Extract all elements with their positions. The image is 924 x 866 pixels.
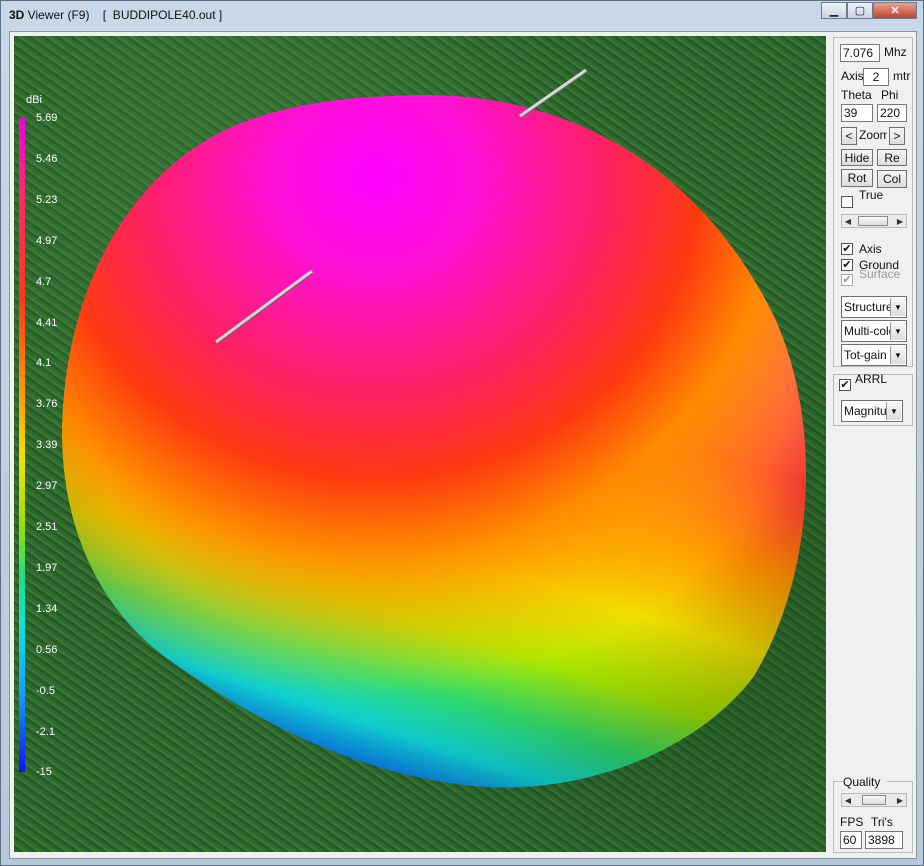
- phi-field[interactable]: 220: [877, 104, 907, 122]
- zoom-out-button[interactable]: <: [841, 127, 857, 145]
- axis-checkbox[interactable]: ✔: [841, 243, 853, 255]
- magnitude-select[interactable]: Magnitude ▼: [841, 400, 903, 422]
- chevron-down-icon: ▼: [890, 322, 905, 340]
- tris-label: Tri's: [871, 815, 893, 829]
- viewer-window: 3D Viewer (F9) [ BUDDIPOLE40.out ] ▁ ▢ ✕: [0, 0, 924, 866]
- rotate-button[interactable]: Rot: [841, 169, 873, 187]
- slider-left-arrow[interactable]: ◀: [842, 215, 854, 227]
- color-button[interactable]: Col: [877, 170, 907, 188]
- quality-label: Quality: [843, 775, 887, 789]
- window-controls: ▁ ▢ ✕: [821, 2, 917, 19]
- color-mode-select[interactable]: Multi-color ▼: [841, 320, 907, 342]
- hide-button[interactable]: Hide: [841, 149, 873, 166]
- slider-thumb[interactable]: [858, 216, 888, 226]
- tris-value: 3898: [865, 831, 903, 849]
- legend-unit: dBi: [26, 94, 42, 106]
- phi-label: Phi: [881, 88, 899, 102]
- legend-tick-label: 5.46: [36, 152, 58, 165]
- legend-tick-label: 5.23: [36, 193, 58, 206]
- antenna-element-right: [519, 68, 587, 118]
- minimize-button[interactable]: ▁: [821, 2, 847, 19]
- legend-tick-label: 4.1: [36, 357, 52, 370]
- structure-select[interactable]: Structure ▼: [841, 296, 907, 318]
- chevron-down-icon: ▼: [890, 298, 905, 316]
- legend-tick-label: 4.97: [36, 234, 58, 247]
- legend-tick-label: 1.34: [36, 602, 58, 615]
- legend-tick-label: 3.76: [36, 398, 58, 411]
- theta-label: Theta: [841, 88, 872, 102]
- quality-slider[interactable]: ◀ ▶: [841, 793, 907, 807]
- legend-tick-label: -2.1: [36, 725, 55, 738]
- legend-tick-label: -15: [36, 766, 52, 779]
- surface-checkbox: ✔: [841, 274, 853, 286]
- theta-field[interactable]: 39: [841, 104, 873, 122]
- legend-tick-label: 4.7: [36, 275, 52, 288]
- 3d-viewport[interactable]: [14, 36, 826, 852]
- chevron-down-icon: ▼: [886, 402, 901, 420]
- setting-slider[interactable]: ◀ ▶: [841, 214, 907, 228]
- fps-label: FPS: [840, 815, 864, 829]
- zoom-label: Zoom: [859, 128, 887, 142]
- true-checkbox[interactable]: [841, 196, 853, 208]
- radiation-pattern-3d: [62, 68, 807, 788]
- legend-tick-label: 2.97: [36, 480, 58, 493]
- arrl-label: ARRL: [855, 372, 888, 386]
- reset-button[interactable]: Re: [877, 149, 907, 166]
- arrl-checkbox[interactable]: ✔: [839, 379, 851, 391]
- zoom-in-button[interactable]: >: [889, 127, 905, 145]
- true-label: True: [859, 188, 884, 202]
- ground-checkbox[interactable]: ✔: [841, 259, 853, 271]
- fps-value: 60: [840, 831, 862, 849]
- legend-tick-label: -0.5: [36, 684, 55, 697]
- legend-tick-label: 0.56: [36, 643, 58, 656]
- axis-checkbox-label: Axis: [859, 242, 882, 256]
- window-title: 3D Viewer (F9) [ BUDDIPOLE40.out ]: [9, 8, 223, 22]
- frequency-field[interactable]: 7.076: [840, 44, 880, 62]
- axis-length-field[interactable]: 2: [863, 68, 889, 86]
- maximize-button[interactable]: ▢: [847, 2, 873, 19]
- surface-checkbox-label: Surface: [859, 267, 901, 281]
- title-bar[interactable]: 3D Viewer (F9) [ BUDDIPOLE40.out ] ▁ ▢ ✕: [1, 1, 923, 31]
- slider-right-arrow[interactable]: ▶: [894, 215, 906, 227]
- legend-tick-label: 4.41: [36, 316, 58, 329]
- close-button[interactable]: ✕: [873, 2, 917, 19]
- gain-type-select[interactable]: Tot-gain ▼: [841, 344, 907, 366]
- quality-left-arrow[interactable]: ◀: [842, 794, 854, 806]
- legend-tick-label: 1.97: [36, 561, 58, 574]
- axis-label: Axis: [841, 69, 863, 83]
- legend-tick-label: 3.39: [36, 439, 58, 452]
- quality-right-arrow[interactable]: ▶: [894, 794, 906, 806]
- legend-tick-label: 2.51: [36, 521, 58, 533]
- color-scale-bar: [19, 118, 25, 772]
- quality-thumb[interactable]: [862, 795, 886, 805]
- axis-unit: mtr: [893, 69, 911, 83]
- legend-tick-label: 5.69: [36, 112, 58, 124]
- chevron-down-icon: ▼: [890, 346, 905, 364]
- frequency-unit: Mhz: [884, 45, 907, 59]
